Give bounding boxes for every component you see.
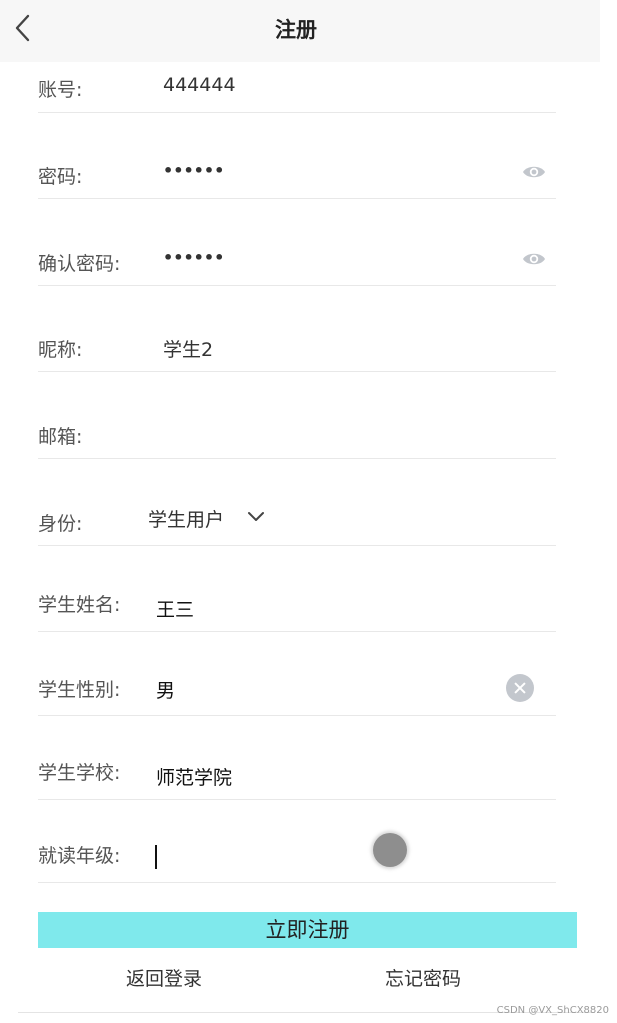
- back-login-link[interactable]: 返回登录: [126, 964, 202, 991]
- identity-label: 身份:: [38, 513, 83, 535]
- identity-select[interactable]: 学生用户: [148, 505, 224, 532]
- account-row: 账号: 444444: [38, 66, 556, 113]
- register-button[interactable]: 立即注册: [38, 912, 577, 948]
- password-input[interactable]: ••••••: [163, 161, 224, 180]
- email-row: 邮箱:: [38, 372, 556, 459]
- account-input[interactable]: 444444: [163, 74, 236, 96]
- student-gender-input[interactable]: 男: [156, 676, 175, 703]
- student-school-row: 学生学校: 师范学院: [38, 716, 556, 800]
- clear-icon[interactable]: [506, 674, 534, 702]
- watermark: CSDN @VX_ShCX8820: [496, 1005, 609, 1016]
- student-school-input[interactable]: 师范学院: [156, 763, 232, 790]
- student-gender-row: 学生性别: 男: [38, 632, 556, 716]
- page-title: 注册: [0, 14, 600, 44]
- account-label: 账号:: [38, 79, 83, 101]
- grade-row: 就读年级:: [38, 800, 556, 883]
- nickname-input[interactable]: 学生2: [163, 335, 213, 362]
- student-gender-label: 学生性别:: [38, 679, 121, 701]
- student-name-label: 学生姓名:: [38, 594, 121, 616]
- chevron-down-icon[interactable]: [247, 511, 265, 523]
- identity-row: 身份: 学生用户: [38, 459, 556, 546]
- confirm-password-row: 确认密码: ••••••: [38, 199, 556, 286]
- eye-icon[interactable]: [522, 249, 546, 269]
- password-row: 密码: ••••••: [38, 113, 556, 199]
- register-page: 注册 账号: 444444 密码: •••••• 确认密码: •••••• 昵称…: [0, 0, 617, 1023]
- student-name-input[interactable]: 王三: [156, 595, 194, 622]
- nickname-label: 昵称:: [38, 339, 83, 361]
- eye-icon[interactable]: [522, 162, 546, 182]
- confirm-password-input[interactable]: ••••••: [163, 248, 224, 267]
- password-label: 密码:: [38, 166, 83, 188]
- nickname-row: 昵称: 学生2: [38, 286, 556, 372]
- email-input[interactable]: [163, 422, 523, 448]
- student-school-label: 学生学校:: [38, 762, 121, 784]
- page-title-text: 注册: [275, 18, 317, 42]
- student-name-row: 学生姓名: 王三: [38, 546, 556, 632]
- confirm-password-label: 确认密码:: [38, 253, 121, 275]
- email-label: 邮箱:: [38, 426, 83, 448]
- navbar: 注册: [0, 0, 600, 62]
- text-cursor: [155, 845, 157, 869]
- forgot-password-link[interactable]: 忘记密码: [385, 964, 461, 991]
- touch-indicator: [373, 833, 407, 867]
- grade-label: 就读年级:: [38, 845, 121, 867]
